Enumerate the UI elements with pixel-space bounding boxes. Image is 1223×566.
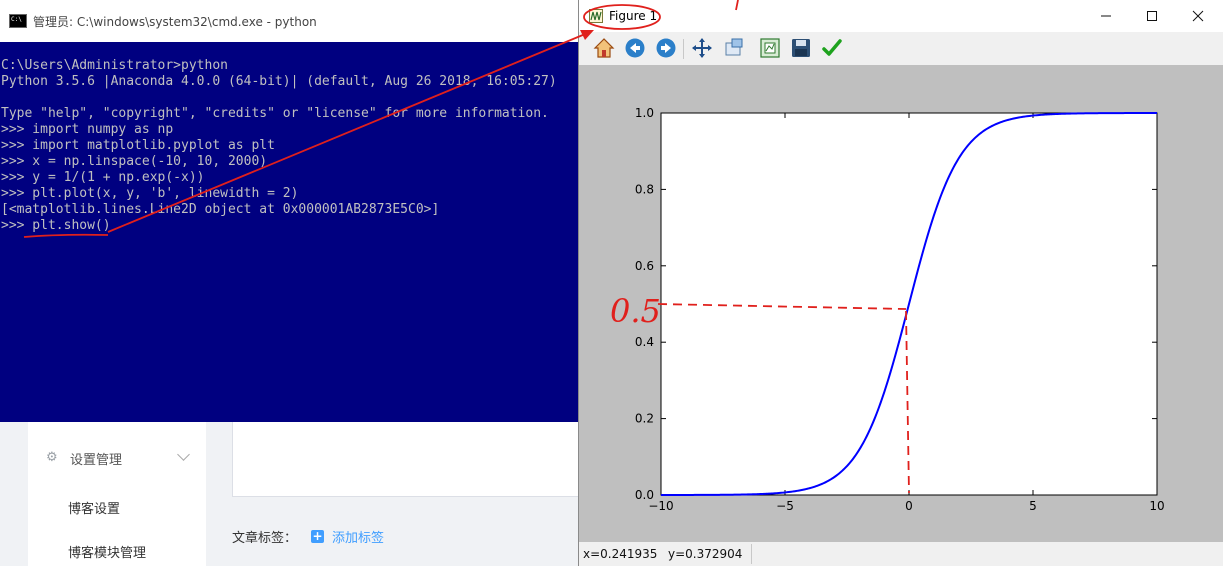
figure-title-circle: [583, 4, 661, 30]
underline-plt-show: [23, 233, 109, 238]
dashed-horizontal-guide: [657, 303, 907, 310]
dashed-vertical-guide: [905, 310, 910, 494]
annotation-overlay: 0.5: [23, 0, 910, 494]
arrow-line: [107, 31, 591, 233]
annotation-value-label: 0.5: [610, 292, 661, 330]
red-mark: [735, 0, 739, 11]
